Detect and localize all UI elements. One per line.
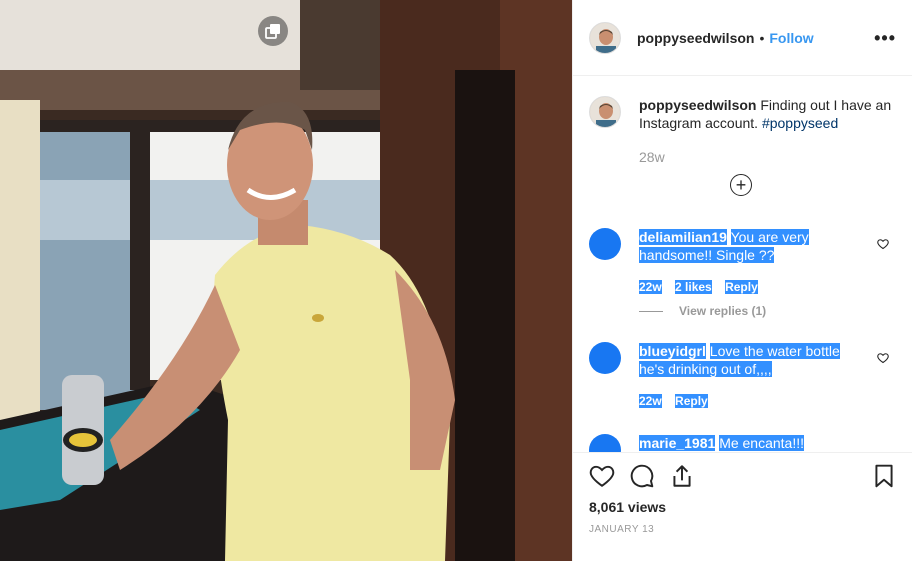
caption-hashtag[interactable]: #poppyseed [762,115,838,131]
separator-dot: • [759,29,765,46]
comment-icon[interactable] [629,463,655,489]
post-caption: poppyseedwilson Finding out I have an In… [589,96,899,132]
load-more-comments-icon[interactable]: + [730,174,752,196]
caption-text-block: poppyseedwilson Finding out I have an In… [639,96,899,132]
post-sidebar: poppyseedwilson • Follow ••• poppyseedwi… [572,0,912,561]
bookmark-icon[interactable] [871,463,897,489]
reply-button[interactable]: Reply [675,394,708,408]
action-icons-row [589,463,897,493]
multi-post-icon [258,16,288,46]
caption-avatar[interactable] [589,96,621,128]
post-media-video[interactable] [0,0,572,561]
post-header: poppyseedwilson • Follow ••• [573,0,912,76]
comment-body: marie_1981 Me encanta!!! [639,434,859,452]
view-replies-button[interactable]: View replies (1) [639,304,766,318]
view-count[interactable]: 8,061 views [589,499,666,515]
caption-username[interactable]: poppyseedwilson [639,97,756,113]
comment-meta: 22w Reply [639,394,718,408]
author-avatar[interactable] [589,21,621,54]
more-options-icon[interactable]: ••• [874,29,896,47]
comment-username[interactable]: blueyidgrl [639,343,706,359]
comment-username[interactable]: marie_1981 [639,435,716,451]
author-username[interactable]: poppyseedwilson [637,30,754,46]
comment-username[interactable]: deliamilian19 [639,229,727,245]
view-replies-line [639,310,663,312]
comment-meta: 22w 2 likes Reply [639,280,768,294]
share-icon[interactable] [669,463,695,489]
comment-text: Me encanta!!! [719,435,805,451]
video-frame [0,0,572,561]
follow-button[interactable]: Follow [769,30,813,46]
commenter-avatar[interactable] [589,434,621,452]
comment-body: deliamilian19 You are very handsome!! Si… [639,228,859,264]
post-actions: 8,061 views JANUARY 13 [573,452,912,561]
comment-time[interactable]: 22w [639,394,662,408]
reply-button[interactable]: Reply [725,280,758,294]
comment-like-icon[interactable] [877,351,889,369]
commenter-avatar[interactable] [589,228,621,260]
comments-list[interactable]: poppyseedwilson Finding out I have an In… [573,76,912,452]
comment-body: blueyidgrl Love the water bottle he's dr… [639,342,859,378]
post-date[interactable]: JANUARY 13 [589,524,654,535]
comment-like-icon[interactable] [877,237,889,255]
commenter-avatar[interactable] [589,342,621,374]
view-replies-label: View replies (1) [679,304,767,318]
comment-time[interactable]: 22w [639,280,662,294]
heart-icon[interactable] [589,463,615,489]
caption-timestamp[interactable]: 28w [639,149,665,165]
comment-likes[interactable]: 2 likes [675,280,712,294]
